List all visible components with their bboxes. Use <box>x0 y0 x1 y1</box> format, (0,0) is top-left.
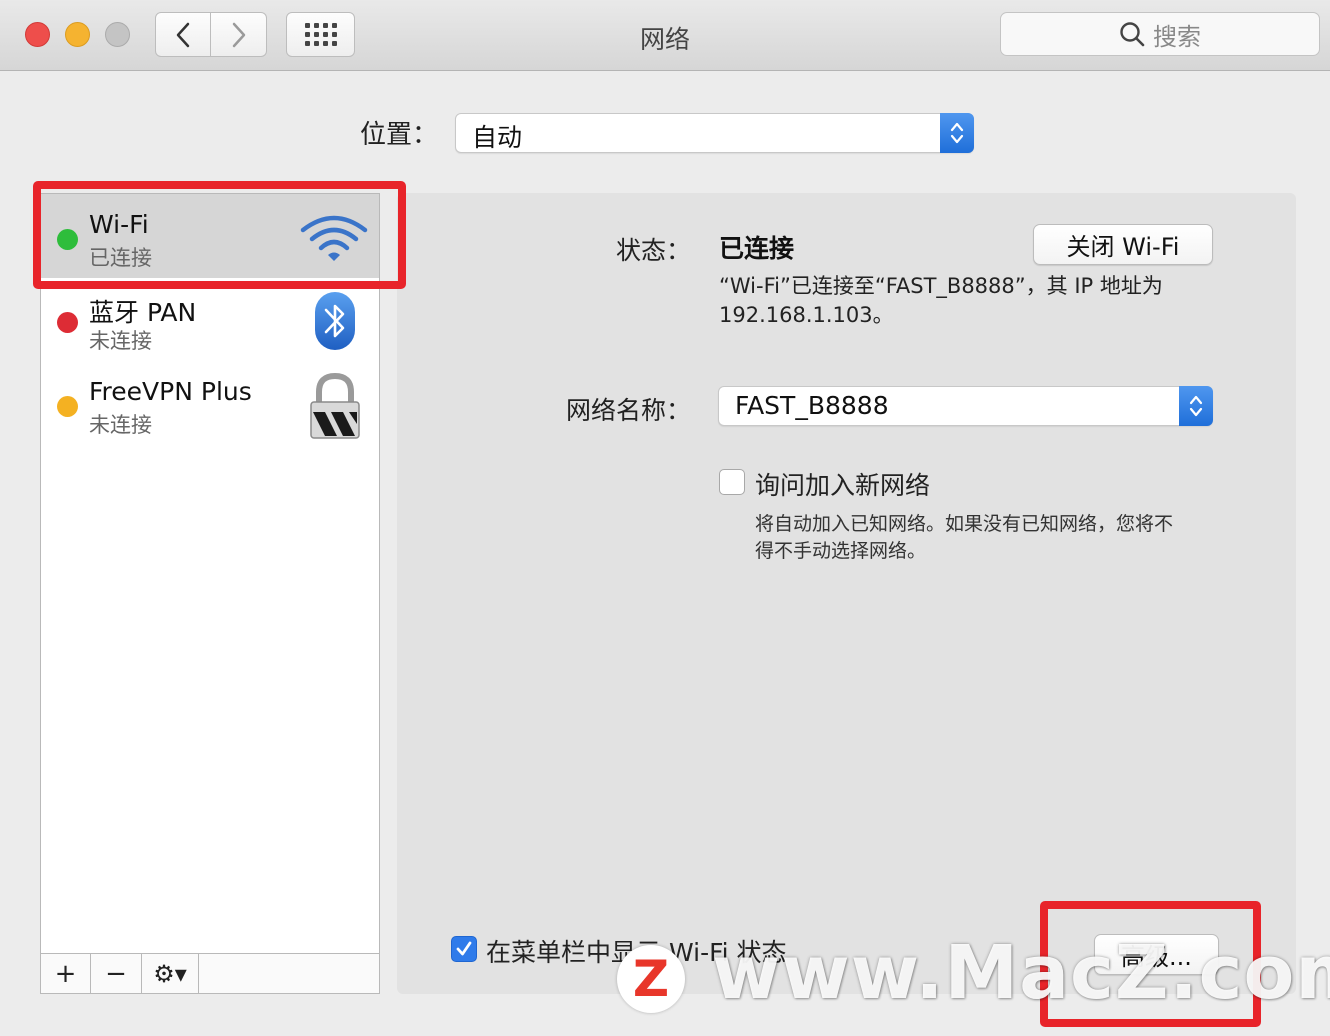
service-state: 未连接 <box>89 413 152 437</box>
service-item-freevpn-plus[interactable]: FreeVPN Plus 未连接 <box>41 362 379 446</box>
service-list-toolbar: + − ⚙▾ <box>41 953 379 993</box>
network-name-select[interactable]: FAST_B8888 <box>718 386 1213 426</box>
wifi-detail-panel: 状态： 已连接 关闭 Wi-Fi “Wi-Fi”已连接至“FAST_B8888”… <box>397 193 1296 994</box>
ask-join-checkbox[interactable] <box>719 469 745 495</box>
bluetooth-icon <box>315 292 355 350</box>
status-dot-disconnected <box>57 312 78 333</box>
show-in-menubar-checkbox[interactable] <box>451 936 477 962</box>
network-name-label: 网络名称： <box>565 396 691 425</box>
service-name: 蓝牙 PAN <box>89 298 197 327</box>
updown-chevron-icon <box>1179 386 1213 426</box>
ask-join-description-line1: 将自动加入已知网络。如果没有已知网络，您将不 <box>755 513 1174 535</box>
status-description-line2: 192.168.1.103。 <box>719 303 894 327</box>
status-label: 状态： <box>615 236 691 265</box>
add-service-button[interactable]: + <box>41 954 91 993</box>
search-placeholder: 搜索 <box>1153 22 1201 51</box>
service-name: FreeVPN Plus <box>89 377 252 406</box>
network-name-value: FAST_B8888 <box>735 391 889 420</box>
ask-join-description-line2: 得不手动选择网络。 <box>755 540 927 562</box>
status-dot-connected <box>57 229 78 250</box>
service-list: Wi-Fi 已连接 蓝牙 PAN 未连接 FreeVPN Plus 未连接 + … <box>40 193 380 994</box>
updown-chevron-icon <box>940 113 974 153</box>
service-state: 未连接 <box>89 329 152 353</box>
turn-off-wifi-button[interactable]: 关闭 Wi-Fi <box>1033 224 1213 265</box>
title-bar: 网络 搜索 <box>0 0 1330 71</box>
wifi-icon <box>300 215 368 261</box>
gear-icon: ⚙▾ <box>153 959 187 988</box>
service-state: 已连接 <box>89 246 152 270</box>
ask-join-label: 询问加入新网络 <box>755 471 931 500</box>
vpn-lock-icon <box>310 372 360 439</box>
location-label: 位置： <box>360 120 439 150</box>
gear-menu-button[interactable]: ⚙▾ <box>142 954 199 993</box>
checkmark-icon <box>456 941 472 956</box>
status-dot-inactive <box>57 396 78 417</box>
service-name: Wi-Fi <box>89 210 149 239</box>
search-icon <box>1120 22 1145 47</box>
watermark-text: www.MacZ.com <box>712 930 1330 1016</box>
status-description-line1: “Wi-Fi”已连接至“FAST_B8888”，其 IP 地址为 <box>719 274 1163 298</box>
status-value: 已连接 <box>719 234 795 263</box>
watermark-logo-letter: Z <box>632 950 670 1008</box>
service-item-bluetooth-pan[interactable]: 蓝牙 PAN 未连接 <box>41 278 379 362</box>
location-value: 自动 <box>472 123 523 152</box>
service-item-wifi[interactable]: Wi-Fi 已连接 <box>41 194 379 278</box>
search-input[interactable]: 搜索 <box>1000 12 1320 56</box>
location-select[interactable]: 自动 <box>455 113 974 153</box>
watermark-logo: Z <box>617 945 685 1013</box>
remove-service-button[interactable]: − <box>91 954 142 993</box>
